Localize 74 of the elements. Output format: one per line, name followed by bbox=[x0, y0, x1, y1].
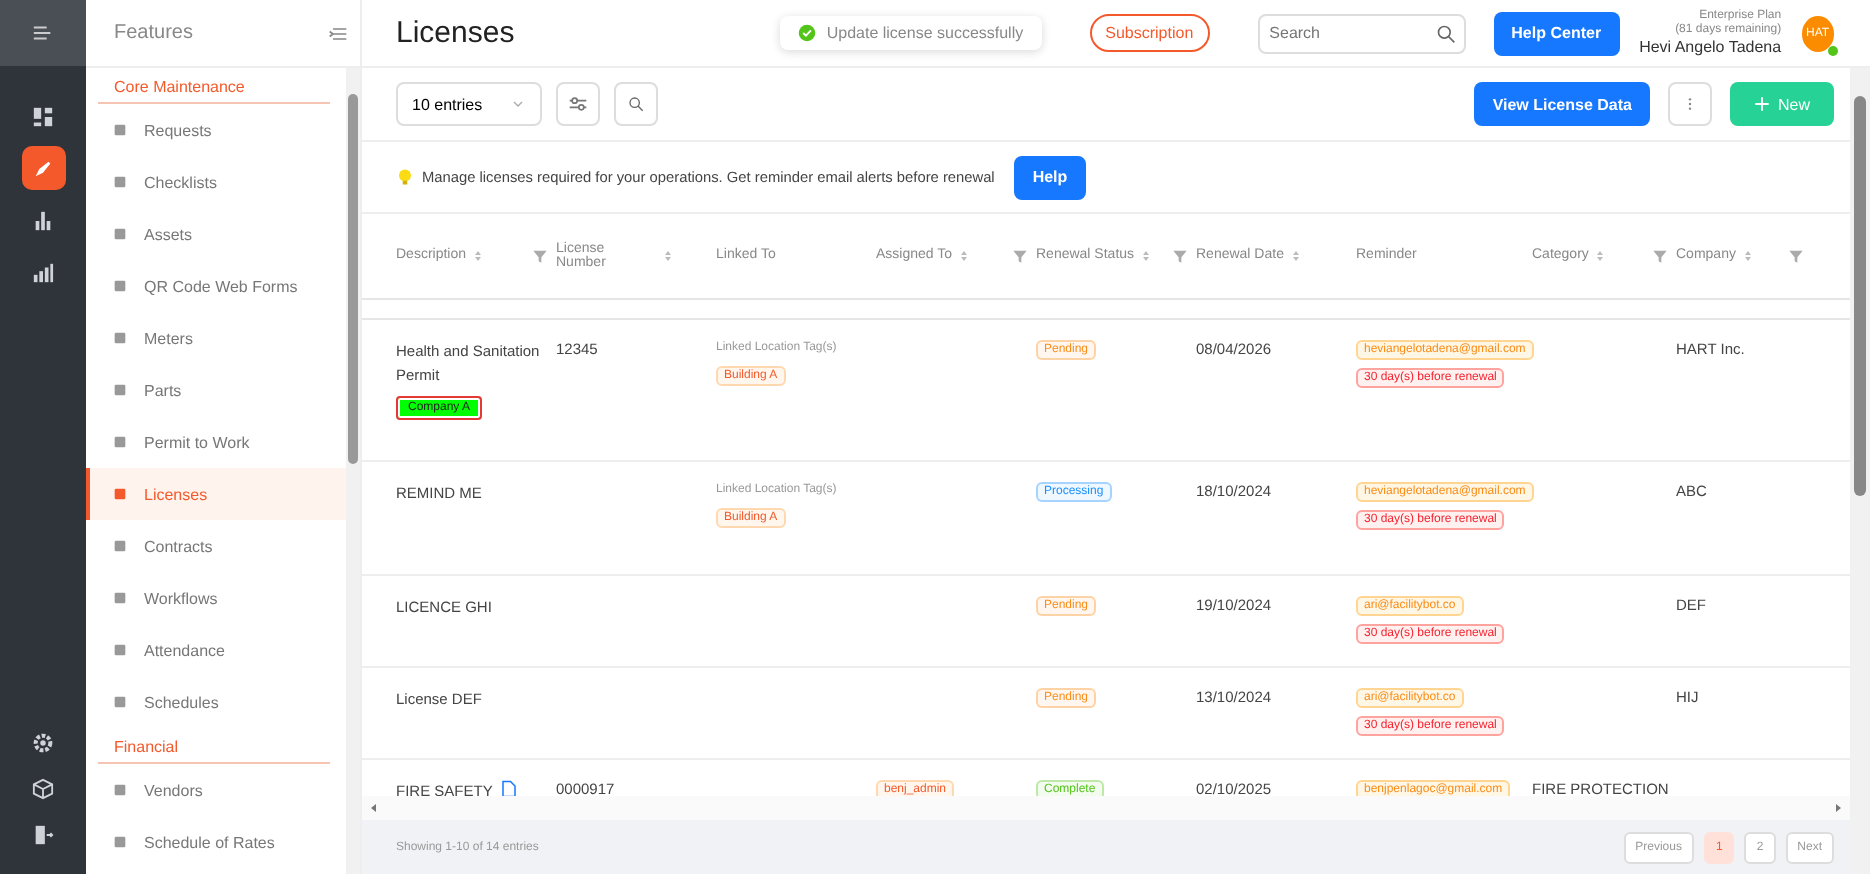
square-icon bbox=[112, 330, 128, 346]
filter-icon bbox=[1012, 247, 1028, 264]
search-icon bbox=[628, 96, 645, 112]
help-center-button[interactable]: Help Center bbox=[1493, 11, 1620, 55]
filter-settings-button[interactable] bbox=[556, 82, 601, 126]
sort-icon bbox=[662, 247, 674, 264]
sort-icon bbox=[958, 247, 971, 264]
sidebar-item[interactable]: Contracts bbox=[86, 520, 346, 572]
square-icon bbox=[112, 174, 128, 190]
section-heading: Financial bbox=[98, 728, 330, 764]
menu-expand-icon bbox=[32, 22, 54, 44]
square-icon bbox=[112, 834, 128, 850]
search-icon bbox=[1435, 23, 1456, 43]
sidebar-item[interactable]: Parts bbox=[86, 364, 346, 416]
sidebar-item[interactable]: Permit to Work bbox=[86, 416, 346, 468]
bulb-icon bbox=[396, 168, 414, 186]
dashboard-icon bbox=[32, 105, 54, 127]
sidebar-title: Features bbox=[114, 22, 193, 44]
sort-icon bbox=[1289, 247, 1302, 264]
sort-icon bbox=[1741, 247, 1754, 264]
rail-button[interactable] bbox=[21, 146, 65, 190]
sidebar-item[interactable]: Workflows bbox=[86, 572, 346, 624]
cube-icon bbox=[32, 778, 54, 800]
square-icon bbox=[112, 782, 128, 798]
filter-icon bbox=[1172, 247, 1188, 264]
settings-icon bbox=[32, 732, 54, 754]
subscription-button[interactable]: Subscription bbox=[1089, 14, 1210, 52]
view-license-data-button[interactable]: View License Data bbox=[1474, 82, 1650, 126]
search-field[interactable]: Search bbox=[1257, 13, 1466, 53]
sidebar-item[interactable]: Schedules bbox=[86, 676, 346, 728]
sidebar-item[interactable]: Requests bbox=[86, 104, 346, 156]
square-icon bbox=[112, 538, 128, 554]
user-name: Hevi Angelo Tadena bbox=[1639, 37, 1782, 57]
filter-icon bbox=[1652, 247, 1668, 264]
scrollbar-thumb[interactable] bbox=[1854, 96, 1866, 496]
square-icon bbox=[112, 278, 128, 294]
bar-chart-icon bbox=[32, 261, 54, 283]
sort-icon bbox=[472, 247, 485, 264]
sidebar-item[interactable]: Meters bbox=[86, 312, 346, 364]
scroll-left-icon bbox=[368, 802, 380, 815]
square-icon bbox=[112, 122, 128, 138]
filter-icon bbox=[532, 247, 548, 264]
chevron-down-icon bbox=[510, 96, 527, 112]
square-icon bbox=[112, 642, 128, 658]
sort-icon bbox=[1594, 247, 1607, 264]
square-icon bbox=[112, 590, 128, 606]
square-icon bbox=[112, 694, 128, 710]
collapse-icon bbox=[328, 23, 348, 43]
logout-icon bbox=[32, 824, 54, 846]
filter-icon bbox=[1788, 247, 1804, 264]
scroll-right-icon bbox=[1832, 802, 1844, 815]
square-icon bbox=[112, 382, 128, 398]
section-heading: Core Maintenance bbox=[98, 68, 330, 104]
square-icon bbox=[112, 434, 128, 450]
help-button[interactable]: Help bbox=[1014, 155, 1086, 199]
check-circle-icon bbox=[798, 24, 817, 42]
sidebar-item[interactable]: Checklists bbox=[86, 156, 346, 208]
search-button[interactable] bbox=[614, 82, 659, 126]
sort-icon bbox=[1140, 247, 1153, 264]
sidebar-item[interactable]: QR Code Web Forms bbox=[86, 260, 346, 312]
sidebar-item[interactable]: Licenses bbox=[86, 468, 346, 520]
sliders-icon bbox=[568, 94, 589, 114]
sidebar-item[interactable]: Attendance bbox=[86, 624, 346, 676]
square-icon bbox=[112, 226, 128, 242]
sidebar-item[interactable]: Vendors bbox=[86, 764, 346, 816]
collapse-sidebar-button[interactable] bbox=[328, 23, 348, 43]
success-toast: Update license successfully bbox=[780, 16, 1042, 50]
square-icon bbox=[112, 486, 128, 502]
entries-select[interactable]: 10 entries bbox=[396, 82, 543, 126]
sidebar-item[interactable]: Schedule of Rates bbox=[86, 816, 346, 868]
sidebar-item[interactable]: Assets bbox=[86, 208, 346, 260]
plus-icon bbox=[1753, 96, 1770, 112]
page-title: Licenses bbox=[396, 16, 517, 50]
scrollbar-thumb[interactable] bbox=[348, 94, 358, 464]
